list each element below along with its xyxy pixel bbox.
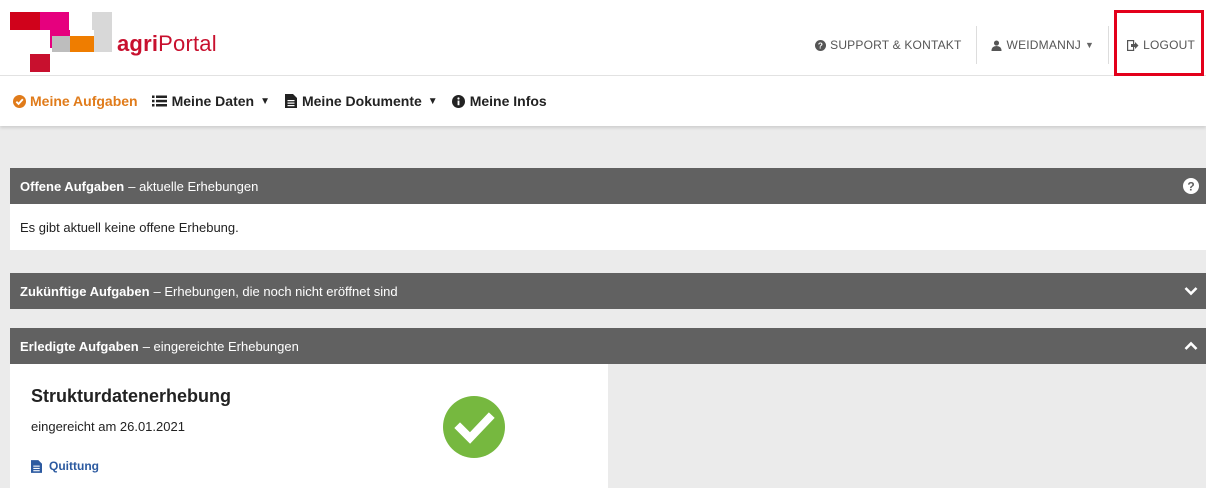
receipt-link[interactable]: Quittung xyxy=(31,459,99,473)
svg-text:?: ? xyxy=(817,41,822,50)
content-area: Offene Aufgaben – aktuelle Erhebungen ? … xyxy=(0,126,1206,488)
chevron-down-icon[interactable] xyxy=(1182,282,1200,300)
nav-my-data-label: Meine Daten xyxy=(171,93,255,109)
done-tasks-subtitle: – eingereichte Erhebungen xyxy=(142,338,299,354)
logo-square-orange xyxy=(70,36,94,52)
caret-down-icon: ▼ xyxy=(427,95,438,107)
logo-square-lightgray xyxy=(92,12,112,30)
brand-prefix: agri xyxy=(117,31,159,56)
nav-my-documents[interactable]: Meine Dokumente ▼ xyxy=(284,93,438,109)
nav-my-tasks-label: Meine Aufgaben xyxy=(30,93,138,109)
brand-name[interactable]: agriPortal xyxy=(117,31,217,57)
nav-my-data[interactable]: Meine Daten ▼ xyxy=(152,93,270,109)
open-tasks-title: Offene Aufgaben xyxy=(20,178,125,194)
done-tasks-title: Erledigte Aufgaben xyxy=(20,338,139,354)
logo-square-lightgray-2 xyxy=(94,30,112,52)
logout-highlight-box xyxy=(1114,10,1204,76)
logo-square-gray xyxy=(52,36,70,52)
open-tasks-header[interactable]: Offene Aufgaben – aktuelle Erhebungen ? xyxy=(10,168,1206,204)
svg-text:?: ? xyxy=(1187,179,1194,193)
main-navigation: Meine Aufgaben Meine Daten ▼ Meine Dokum… xyxy=(0,76,1206,126)
username-label: WEIDMANNJ xyxy=(1006,38,1082,52)
logo-square-magenta xyxy=(40,12,69,30)
question-circle-icon: ? xyxy=(814,39,826,51)
card-submitted-date: eingereicht am 26.01.2021 xyxy=(31,419,185,434)
brand-suffix: Portal xyxy=(158,31,217,56)
future-tasks-header[interactable]: Zukünftige Aufgaben – Erhebungen, die no… xyxy=(10,273,1206,309)
info-circle-icon xyxy=(452,94,466,108)
chevron-up-icon[interactable] xyxy=(1182,337,1200,355)
nav-my-infos[interactable]: Meine Infos xyxy=(452,93,547,109)
completed-task-card: Strukturdatenerhebung eingereicht am 26.… xyxy=(10,364,608,488)
success-check-icon xyxy=(443,396,505,458)
user-menu-dropdown[interactable]: WEIDMANNJ ▼ xyxy=(977,20,1109,70)
open-tasks-body: Es gibt aktuell keine offene Erhebung. xyxy=(10,204,1206,250)
check-circle-icon xyxy=(12,94,26,108)
future-tasks-subtitle: – Erhebungen, die noch nicht eröffnet si… xyxy=(153,283,398,299)
receipt-link-label: Quittung xyxy=(49,459,99,473)
open-tasks-subtitle: – aktuelle Erhebungen xyxy=(128,178,259,194)
open-tasks-empty-text: Es gibt aktuell keine offene Erhebung. xyxy=(20,219,239,235)
help-icon[interactable]: ? xyxy=(1182,177,1200,195)
user-icon xyxy=(991,39,1003,51)
file-text-icon xyxy=(284,94,298,108)
done-tasks-header[interactable]: Erledigte Aufgaben – eingereichte Erhebu… xyxy=(10,328,1206,364)
card-title: Strukturdatenerhebung xyxy=(31,386,232,406)
logo-square-red xyxy=(10,12,40,30)
nav-my-infos-label: Meine Infos xyxy=(469,93,547,109)
support-contact-link[interactable]: ? SUPPORT & KONTAKT xyxy=(800,20,975,70)
caret-down-icon: ▼ xyxy=(260,95,270,107)
caret-down-icon: ▼ xyxy=(1085,40,1095,50)
future-tasks-title: Zukünftige Aufgaben xyxy=(20,283,150,299)
nav-my-documents-label: Meine Dokumente xyxy=(301,93,422,109)
support-contact-label: SUPPORT & KONTAKT xyxy=(830,38,962,52)
header: agriPortal ? SUPPORT & KONTAKT WEIDMANNJ… xyxy=(0,0,1206,76)
nav-my-tasks[interactable]: Meine Aufgaben xyxy=(12,93,138,109)
list-icon xyxy=(152,94,168,108)
file-text-icon xyxy=(31,459,43,473)
logo-square-red-2 xyxy=(30,54,50,72)
